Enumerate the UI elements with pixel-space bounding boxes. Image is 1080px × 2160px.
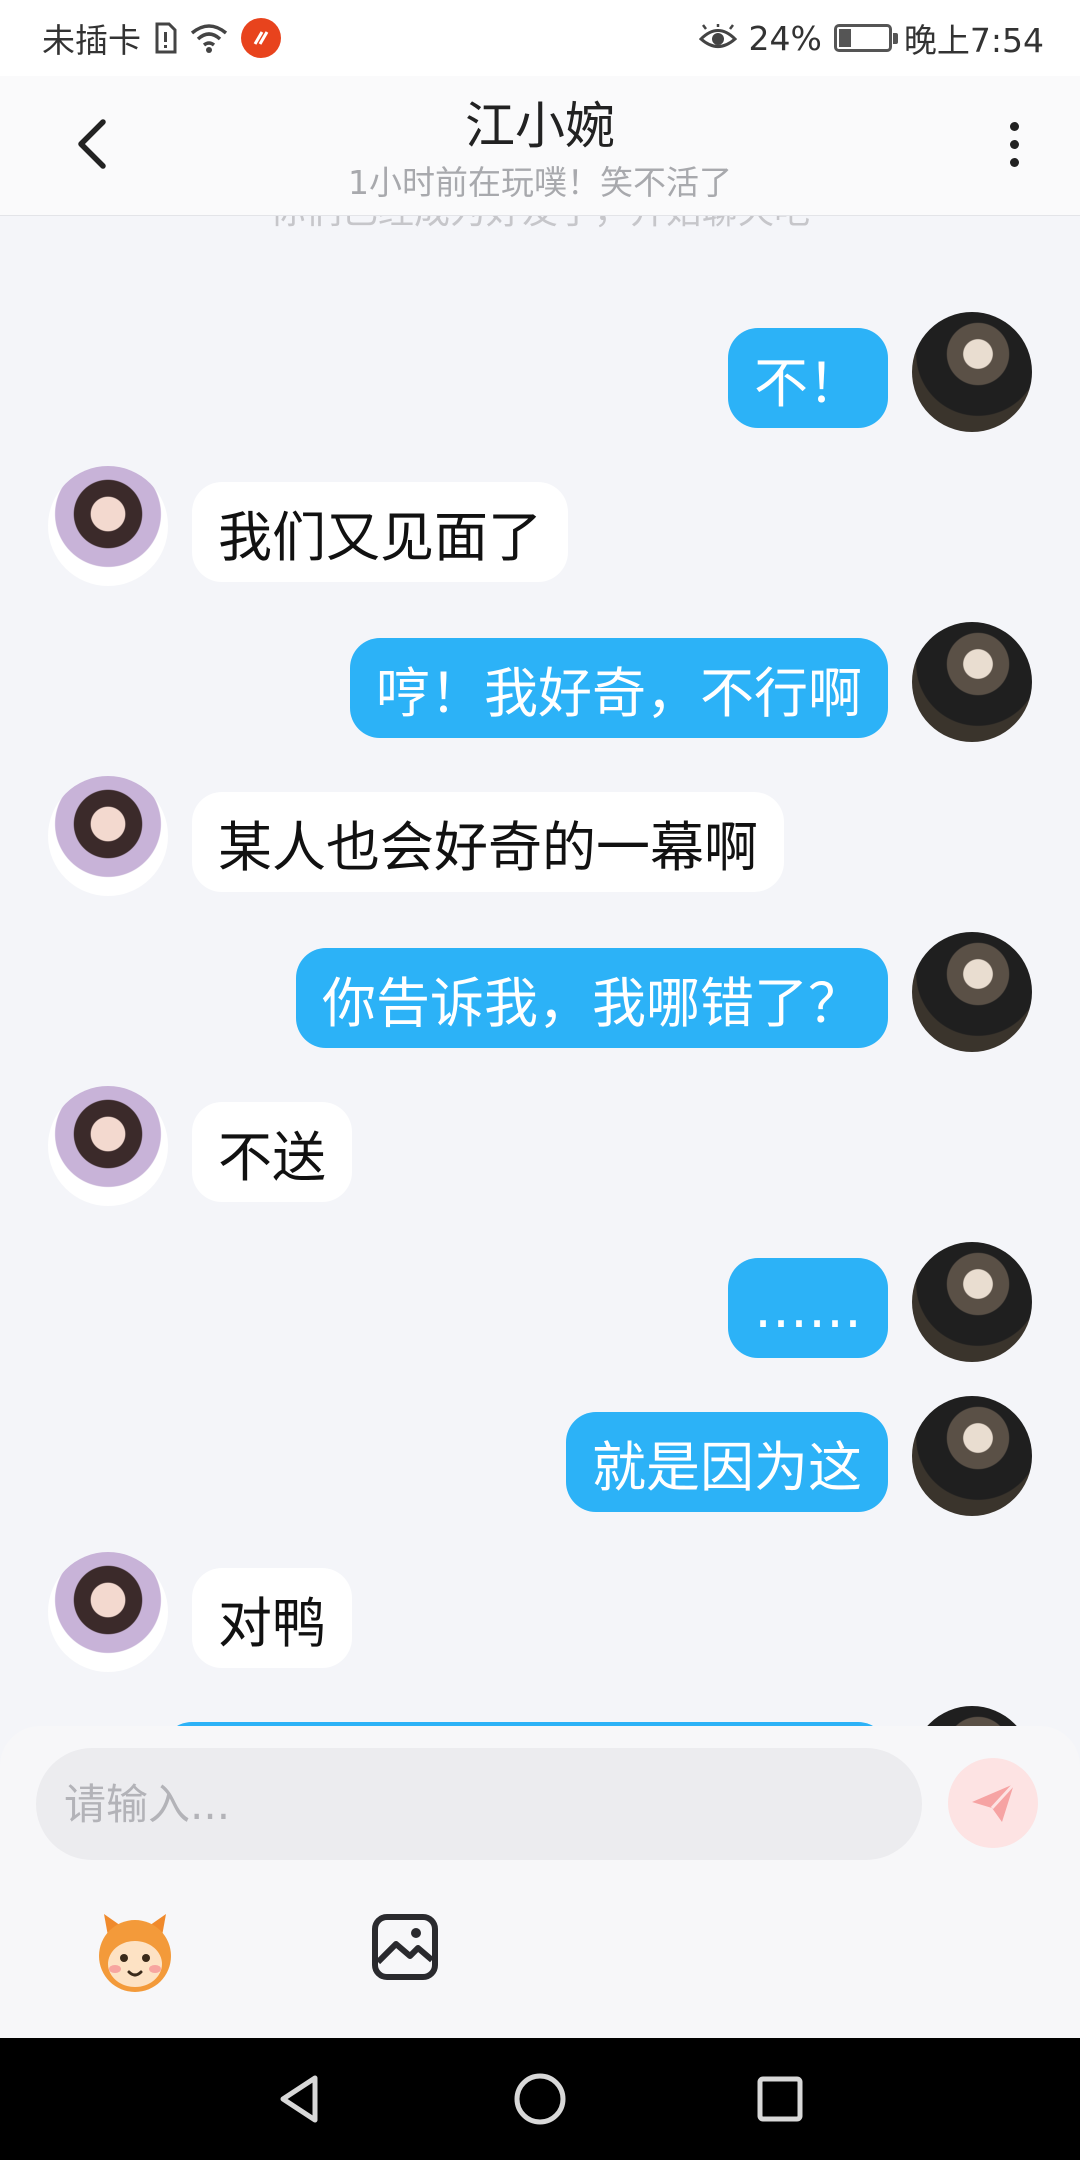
message-bubble-other[interactable]: 对鸭 [192, 1568, 352, 1668]
composer-panel [0, 1726, 1080, 2038]
self-avatar[interactable] [912, 1242, 1032, 1362]
message-bubble-other[interactable]: 某人也会好奇的一幕啊 [192, 792, 784, 892]
battery-level [838, 29, 851, 47]
send-icon [972, 1782, 1016, 1822]
square-recent-icon [757, 2076, 803, 2122]
message-bubble-self[interactable]: 就是因为这 [566, 1412, 888, 1512]
contact-avatar[interactable] [48, 776, 168, 896]
clock: 晚上7:54 [903, 21, 1044, 60]
emoji-button[interactable] [90, 1906, 180, 1996]
nav-back-button[interactable] [260, 2059, 340, 2139]
nav-recent-button[interactable] [740, 2059, 820, 2139]
message-bubble-self[interactable]: 不！ [728, 328, 888, 428]
wifi-icon [190, 24, 228, 53]
image-button[interactable] [370, 1912, 440, 1982]
image-icon [372, 1914, 438, 1980]
self-avatar[interactable] [912, 1706, 1032, 1726]
system-note: 你们已经成为好友了，开始聊天吧 [0, 216, 1080, 234]
app-notification-icon [241, 18, 281, 58]
message-bubble-self[interactable]: 你告诉我，我哪错了？ [296, 948, 888, 1048]
contact-name: 江小婉 [465, 97, 615, 155]
chat-header: 江小婉 1小时前在玩噗！笑不活了 [0, 76, 1080, 216]
message-bubble-other[interactable]: 不送 [192, 1102, 352, 1202]
more-vertical-icon [1009, 121, 1019, 131]
battery-percent: 24% [748, 18, 822, 58]
message-bubble-self[interactable]: …… [728, 1258, 888, 1358]
send-button[interactable] [948, 1758, 1038, 1848]
status-bar-right: 24% 晚上7:54 [698, 14, 1044, 62]
mascot-emoji-icon [99, 1914, 171, 1992]
battery-icon [833, 24, 898, 52]
circle-home-icon [514, 2073, 566, 2125]
sim-card-icon [155, 22, 177, 54]
self-avatar[interactable] [912, 622, 1032, 742]
nav-home-button[interactable] [500, 2059, 580, 2139]
self-avatar[interactable] [912, 1396, 1032, 1516]
contact-avatar[interactable] [48, 466, 168, 586]
status-bar-left: 未插卡 [42, 14, 281, 62]
navigation-bar [0, 2038, 1080, 2160]
triangle-back-icon [280, 2075, 318, 2123]
status-bar: 未插卡 24% 晚上7:54 [0, 0, 1080, 76]
contact-avatar[interactable] [48, 1552, 168, 1672]
chat-screen: 未插卡 24% 晚上7:54 江小婉 1小时前在玩噗！笑不活了 不！ 我们又见面… [0, 0, 1080, 2160]
message-bubble-self[interactable]: 哼！我好奇，不行啊 [350, 638, 888, 738]
more-options-button[interactable] [994, 112, 1034, 176]
eye-comfort-icon [698, 24, 737, 48]
self-avatar[interactable] [912, 312, 1032, 432]
contact-avatar[interactable] [48, 1086, 168, 1206]
contact-status: 1小时前在玩噗！笑不活了 [348, 163, 732, 202]
carrier-label: 未插卡 [42, 21, 141, 60]
message-list[interactable]: 你们已经成为好友了，开始聊天吧 不！ 我们又见面了 哼！我好奇，不行啊 某人也会… [0, 216, 1080, 1726]
self-avatar[interactable] [912, 932, 1032, 1052]
message-input[interactable] [36, 1748, 922, 1860]
message-bubble-other[interactable]: 我们又见面了 [192, 482, 568, 582]
